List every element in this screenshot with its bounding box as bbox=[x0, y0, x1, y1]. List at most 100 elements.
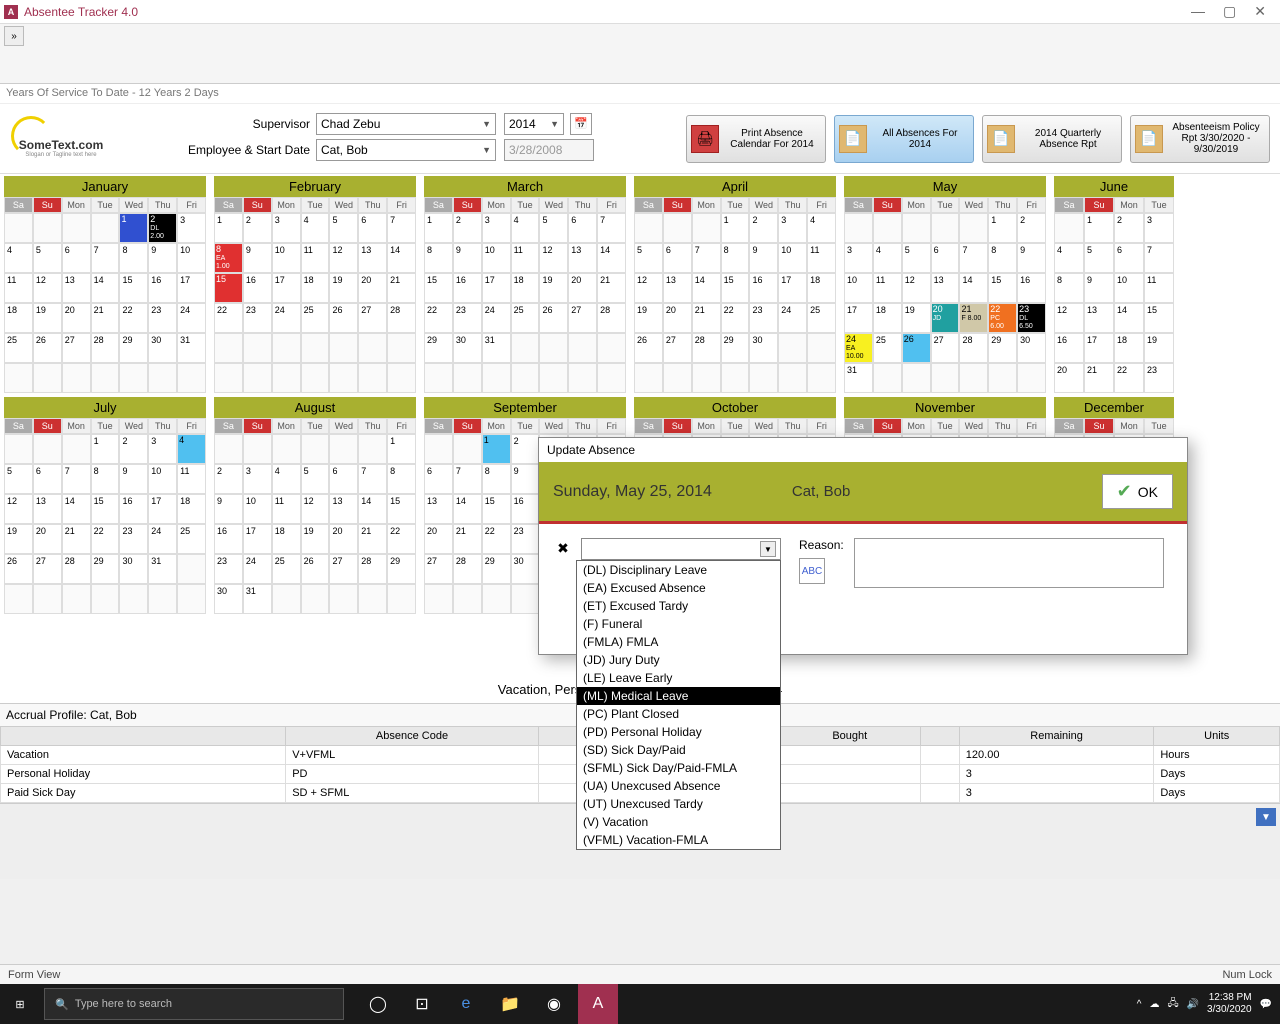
day-cell[interactable]: 16 bbox=[749, 273, 778, 303]
day-cell[interactable]: 13 bbox=[568, 243, 597, 273]
day-cell[interactable]: 4 bbox=[4, 243, 33, 273]
day-cell[interactable]: 26 bbox=[4, 554, 33, 584]
day-cell[interactable]: 21 bbox=[62, 524, 91, 554]
edge-icon[interactable]: e bbox=[446, 984, 486, 1024]
year-select[interactable]: 2014 ▼ bbox=[504, 113, 564, 135]
day-cell[interactable]: 21 bbox=[692, 303, 721, 333]
day-cell[interactable]: 6 bbox=[62, 243, 91, 273]
task-view-icon[interactable]: ⊡ bbox=[402, 984, 442, 1024]
day-cell[interactable]: 23 bbox=[214, 554, 243, 584]
day-cell[interactable]: 14 bbox=[358, 494, 387, 524]
chrome-icon[interactable]: ◉ bbox=[534, 984, 574, 1024]
absence-code-combo[interactable]: ▼ bbox=[581, 538, 781, 560]
day-cell[interactable]: 6 bbox=[931, 243, 960, 273]
day-cell[interactable]: 25 bbox=[511, 303, 540, 333]
day-cell[interactable]: 30 bbox=[148, 333, 177, 363]
day-cell[interactable]: 14 bbox=[62, 494, 91, 524]
day-cell[interactable]: 2 bbox=[749, 213, 778, 243]
day-cell[interactable]: 18 bbox=[1114, 333, 1144, 363]
day-cell[interactable]: 19 bbox=[902, 303, 931, 333]
day-cell[interactable]: 19 bbox=[634, 303, 663, 333]
day-cell[interactable]: 5 bbox=[634, 243, 663, 273]
day-cell[interactable]: 7 bbox=[62, 464, 91, 494]
day-cell[interactable]: 1 bbox=[119, 213, 148, 243]
spellcheck-icon[interactable]: ABC bbox=[799, 558, 825, 584]
day-cell[interactable]: 9 bbox=[511, 464, 540, 494]
day-cell[interactable]: 29 bbox=[424, 333, 453, 363]
day-cell[interactable]: 21F 8.00 bbox=[959, 303, 988, 333]
day-cell[interactable]: 15 bbox=[424, 273, 453, 303]
day-cell[interactable]: 2 bbox=[1114, 213, 1144, 243]
day-cell[interactable]: 23 bbox=[453, 303, 482, 333]
maximize-button[interactable]: ▢ bbox=[1223, 3, 1236, 20]
day-cell[interactable]: 14 bbox=[387, 243, 416, 273]
volume-icon[interactable]: 🔊 bbox=[1187, 999, 1199, 1010]
day-cell[interactable]: 18 bbox=[177, 494, 206, 524]
day-cell[interactable]: 6 bbox=[329, 464, 358, 494]
day-cell[interactable]: 28 bbox=[959, 333, 988, 363]
day-cell[interactable]: 17 bbox=[778, 273, 807, 303]
day-cell[interactable]: 13 bbox=[358, 243, 387, 273]
day-cell[interactable]: 21 bbox=[1084, 363, 1114, 393]
day-cell[interactable]: 25 bbox=[873, 333, 902, 363]
day-cell[interactable]: 29 bbox=[988, 333, 1017, 363]
day-cell[interactable]: 16 bbox=[214, 524, 243, 554]
day-cell[interactable]: 7 bbox=[453, 464, 482, 494]
day-cell[interactable]: 11 bbox=[301, 243, 330, 273]
day-cell[interactable]: 3 bbox=[1144, 213, 1174, 243]
day-cell[interactable]: 18 bbox=[4, 303, 33, 333]
day-cell[interactable]: 2 bbox=[453, 213, 482, 243]
day-cell[interactable]: 18 bbox=[807, 273, 836, 303]
onedrive-icon[interactable]: ☁ bbox=[1149, 999, 1159, 1010]
day-cell[interactable]: 18 bbox=[301, 273, 330, 303]
dropdown-item[interactable]: (LE) Leave Early bbox=[577, 669, 780, 687]
day-cell[interactable]: 15 bbox=[988, 273, 1017, 303]
day-cell[interactable]: 25 bbox=[4, 333, 33, 363]
day-cell[interactable]: 28 bbox=[453, 554, 482, 584]
day-cell[interactable]: 19 bbox=[33, 303, 62, 333]
day-cell[interactable]: 11 bbox=[511, 243, 540, 273]
day-cell[interactable]: 15 bbox=[119, 273, 148, 303]
day-cell[interactable]: 1 bbox=[387, 434, 416, 464]
day-cell[interactable]: 28 bbox=[91, 333, 120, 363]
day-cell[interactable]: 18 bbox=[511, 273, 540, 303]
day-cell[interactable]: 26 bbox=[902, 333, 931, 363]
day-cell[interactable]: 20JD bbox=[931, 303, 960, 333]
day-cell[interactable]: 15 bbox=[482, 494, 511, 524]
day-cell[interactable]: 6 bbox=[1114, 243, 1144, 273]
day-cell[interactable]: 30 bbox=[453, 333, 482, 363]
day-cell[interactable]: 9 bbox=[243, 243, 272, 273]
day-cell[interactable]: 16 bbox=[511, 494, 540, 524]
day-cell[interactable]: 12 bbox=[902, 273, 931, 303]
day-cell[interactable]: 7 bbox=[387, 213, 416, 243]
day-cell[interactable]: 9 bbox=[214, 494, 243, 524]
day-cell[interactable]: 27 bbox=[663, 333, 692, 363]
day-cell[interactable]: 5 bbox=[1084, 243, 1114, 273]
day-cell[interactable]: 10 bbox=[482, 243, 511, 273]
day-cell[interactable]: 28 bbox=[62, 554, 91, 584]
day-cell[interactable]: 25 bbox=[272, 554, 301, 584]
day-cell[interactable]: 6 bbox=[424, 464, 453, 494]
day-cell[interactable]: 3 bbox=[177, 213, 206, 243]
day-cell[interactable]: 15 bbox=[721, 273, 750, 303]
day-cell[interactable]: 28 bbox=[387, 303, 416, 333]
day-cell[interactable]: 20 bbox=[33, 524, 62, 554]
day-cell[interactable]: 26 bbox=[634, 333, 663, 363]
day-cell[interactable]: 16 bbox=[1054, 333, 1084, 363]
day-cell[interactable]: 21 bbox=[453, 524, 482, 554]
day-cell[interactable]: 11 bbox=[807, 243, 836, 273]
day-cell[interactable]: 6 bbox=[358, 213, 387, 243]
day-cell[interactable]: 13 bbox=[62, 273, 91, 303]
day-cell[interactable]: 10 bbox=[778, 243, 807, 273]
day-cell[interactable]: 5 bbox=[33, 243, 62, 273]
day-cell[interactable]: 7 bbox=[91, 243, 120, 273]
day-cell[interactable]: 5 bbox=[329, 213, 358, 243]
day-cell[interactable]: 11 bbox=[1144, 273, 1174, 303]
day-cell[interactable]: 8 bbox=[721, 243, 750, 273]
day-cell[interactable]: 19 bbox=[4, 524, 33, 554]
day-cell[interactable]: 7 bbox=[692, 243, 721, 273]
day-cell[interactable]: 13 bbox=[33, 494, 62, 524]
dropdown-item[interactable]: (V) Vacation bbox=[577, 813, 780, 831]
day-cell[interactable]: 18 bbox=[272, 524, 301, 554]
dropdown-item[interactable]: (DL) Disciplinary Leave bbox=[577, 561, 780, 579]
